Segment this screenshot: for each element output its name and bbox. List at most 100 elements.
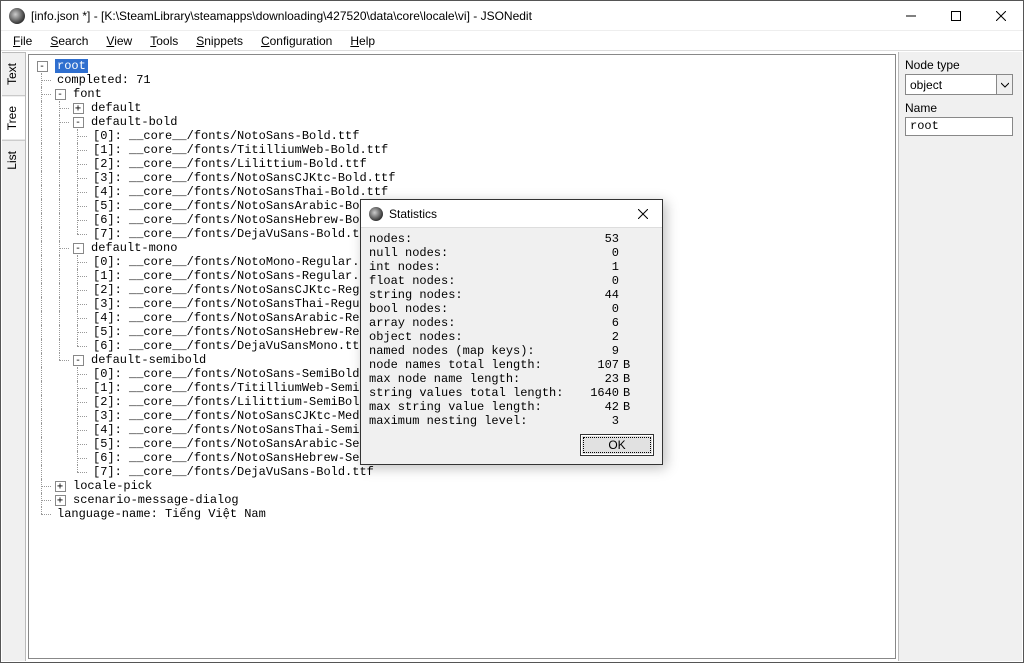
tree-node-label: [6]: __core__/fonts/DejaVuSansMono.ttf	[93, 339, 367, 353]
dialog-titlebar[interactable]: Statistics	[361, 200, 662, 228]
collapse-icon[interactable]: -	[55, 89, 66, 100]
tree-node[interactable]: +locale-pick	[33, 479, 891, 493]
tree-node[interactable]: [0]: __core__/fonts/NotoSans-Bold.ttf	[33, 129, 891, 143]
stat-key: max node name length:	[369, 372, 567, 386]
stat-unit	[623, 288, 643, 302]
stat-row: array nodes:6	[369, 316, 654, 330]
tree-node-label: [1]: __core__/fonts/NotoSans-Regular.ttf	[93, 269, 381, 283]
dialog-title: Statistics	[389, 207, 624, 221]
vtab-tree[interactable]: Tree	[2, 95, 25, 140]
tree-node[interactable]: [2]: __core__/fonts/Lilittium-Bold.ttf	[33, 157, 891, 171]
tree-node-label: [6]: __core__/fonts/NotoSansHebrew-Bold.…	[93, 213, 403, 227]
tree-node[interactable]: [1]: __core__/fonts/TitilliumWeb-Bold.tt…	[33, 143, 891, 157]
collapse-icon[interactable]: -	[73, 355, 84, 366]
tree-node[interactable]: [4]: __core__/fonts/NotoSansThai-Bold.tt…	[33, 185, 891, 199]
window-title: [info.json *] - [K:\SteamLibrary\steamap…	[31, 9, 888, 23]
menu-help[interactable]: Help	[342, 32, 383, 50]
chevron-down-icon	[996, 75, 1012, 94]
tree-node-label: [7]: __core__/fonts/DejaVuSans-Bold.ttf	[93, 227, 374, 241]
minimize-button[interactable]	[888, 1, 933, 31]
menu-view[interactable]: View	[98, 32, 140, 50]
stat-unit	[623, 414, 643, 428]
maximize-button[interactable]	[933, 1, 978, 31]
stat-value: 9	[567, 344, 623, 358]
tree-node[interactable]: language-name: Tiếng Việt Nam	[33, 507, 891, 521]
collapse-icon[interactable]: -	[73, 117, 84, 128]
expand-icon[interactable]: +	[55, 481, 66, 492]
dialog-close-button[interactable]	[624, 200, 662, 228]
ok-button[interactable]: OK	[580, 434, 654, 456]
tree-node-label: [7]: __core__/fonts/DejaVuSans-Bold.ttf	[93, 465, 374, 479]
stat-unit	[623, 232, 643, 246]
tree-node[interactable]: -default-bold	[33, 115, 891, 129]
stat-value: 2	[567, 330, 623, 344]
tree-node-label: [1]: __core__/fonts/TitilliumWeb-Bold.tt…	[93, 143, 388, 157]
app-icon	[9, 8, 25, 24]
properties-panel: Node type object Name root	[898, 52, 1022, 661]
stat-row: int nodes:1	[369, 260, 654, 274]
name-input[interactable]: root	[905, 117, 1013, 136]
stat-key: bool nodes:	[369, 302, 567, 316]
vtab-list[interactable]: List	[2, 140, 25, 180]
nodetype-value: object	[910, 78, 942, 92]
collapse-icon[interactable]: -	[73, 243, 84, 254]
stat-key: string values total length:	[369, 386, 567, 400]
tree-node[interactable]: -font	[33, 87, 891, 101]
stat-unit: B	[623, 372, 643, 386]
stat-row: bool nodes:0	[369, 302, 654, 316]
tree-node-label: default-semibold	[91, 353, 206, 367]
expand-icon[interactable]: +	[55, 495, 66, 506]
tree-node-label: [4]: __core__/fonts/NotoSansThai-Bold.tt…	[93, 185, 388, 199]
tree-node-label: default-bold	[91, 115, 177, 129]
stat-value: 6	[567, 316, 623, 330]
stat-key: null nodes:	[369, 246, 567, 260]
stat-value: 23	[567, 372, 623, 386]
tree-node-label: font	[73, 87, 102, 101]
close-button[interactable]	[978, 1, 1023, 31]
stat-value: 0	[567, 246, 623, 260]
stat-value: 1640	[567, 386, 623, 400]
tree-node[interactable]: completed: 71	[33, 73, 891, 87]
nodetype-label: Node type	[905, 58, 1016, 72]
collapse-icon[interactable]: -	[37, 61, 48, 72]
stat-row: maximum nesting level:3	[369, 414, 654, 428]
maximize-icon	[951, 11, 961, 21]
tree-node[interactable]: +default	[33, 101, 891, 115]
stat-unit	[623, 274, 643, 288]
name-label: Name	[905, 101, 1016, 115]
tree-node-label: [0]: __core__/fonts/NotoMono-Regular.ttf	[93, 255, 381, 269]
stat-key: array nodes:	[369, 316, 567, 330]
stat-row: named nodes (map keys):9	[369, 344, 654, 358]
tree-node[interactable]: +scenario-message-dialog	[33, 493, 891, 507]
tree-node-label: default-mono	[91, 241, 177, 255]
stat-unit: B	[623, 386, 643, 400]
stat-unit	[623, 260, 643, 274]
dialog-icon	[369, 207, 383, 221]
menu-snippets[interactable]: Snippets	[188, 32, 251, 50]
tree-node-label: completed: 71	[57, 73, 151, 87]
stat-row: float nodes:0	[369, 274, 654, 288]
stat-row: max node name length:23B	[369, 372, 654, 386]
stat-key: node names total length:	[369, 358, 567, 372]
expand-icon[interactable]: +	[73, 103, 84, 114]
menubar: FileSearchViewToolsSnippetsConfiguration…	[1, 31, 1023, 51]
stat-unit: B	[623, 358, 643, 372]
stat-key: object nodes:	[369, 330, 567, 344]
tree-node[interactable]: [7]: __core__/fonts/DejaVuSans-Bold.ttf	[33, 465, 891, 479]
menu-configuration[interactable]: Configuration	[253, 32, 340, 50]
tree-node-label: [0]: __core__/fonts/NotoSans-Bold.ttf	[93, 129, 359, 143]
vtab-text[interactable]: Text	[2, 52, 25, 95]
tree-node[interactable]: -root	[33, 59, 891, 73]
titlebar: [info.json *] - [K:\SteamLibrary\steamap…	[1, 1, 1023, 31]
stat-value: 42	[567, 400, 623, 414]
menu-tools[interactable]: Tools	[142, 32, 186, 50]
nodetype-select[interactable]: object	[905, 74, 1013, 95]
stat-key: int nodes:	[369, 260, 567, 274]
stat-row: nodes:53	[369, 232, 654, 246]
menu-search[interactable]: Search	[42, 32, 96, 50]
menu-file[interactable]: File	[5, 32, 40, 50]
tree-node[interactable]: [3]: __core__/fonts/NotoSansCJKtc-Bold.t…	[33, 171, 891, 185]
vertical-tabs: TextTreeList	[2, 52, 26, 661]
stat-unit	[623, 302, 643, 316]
close-icon	[638, 209, 648, 219]
